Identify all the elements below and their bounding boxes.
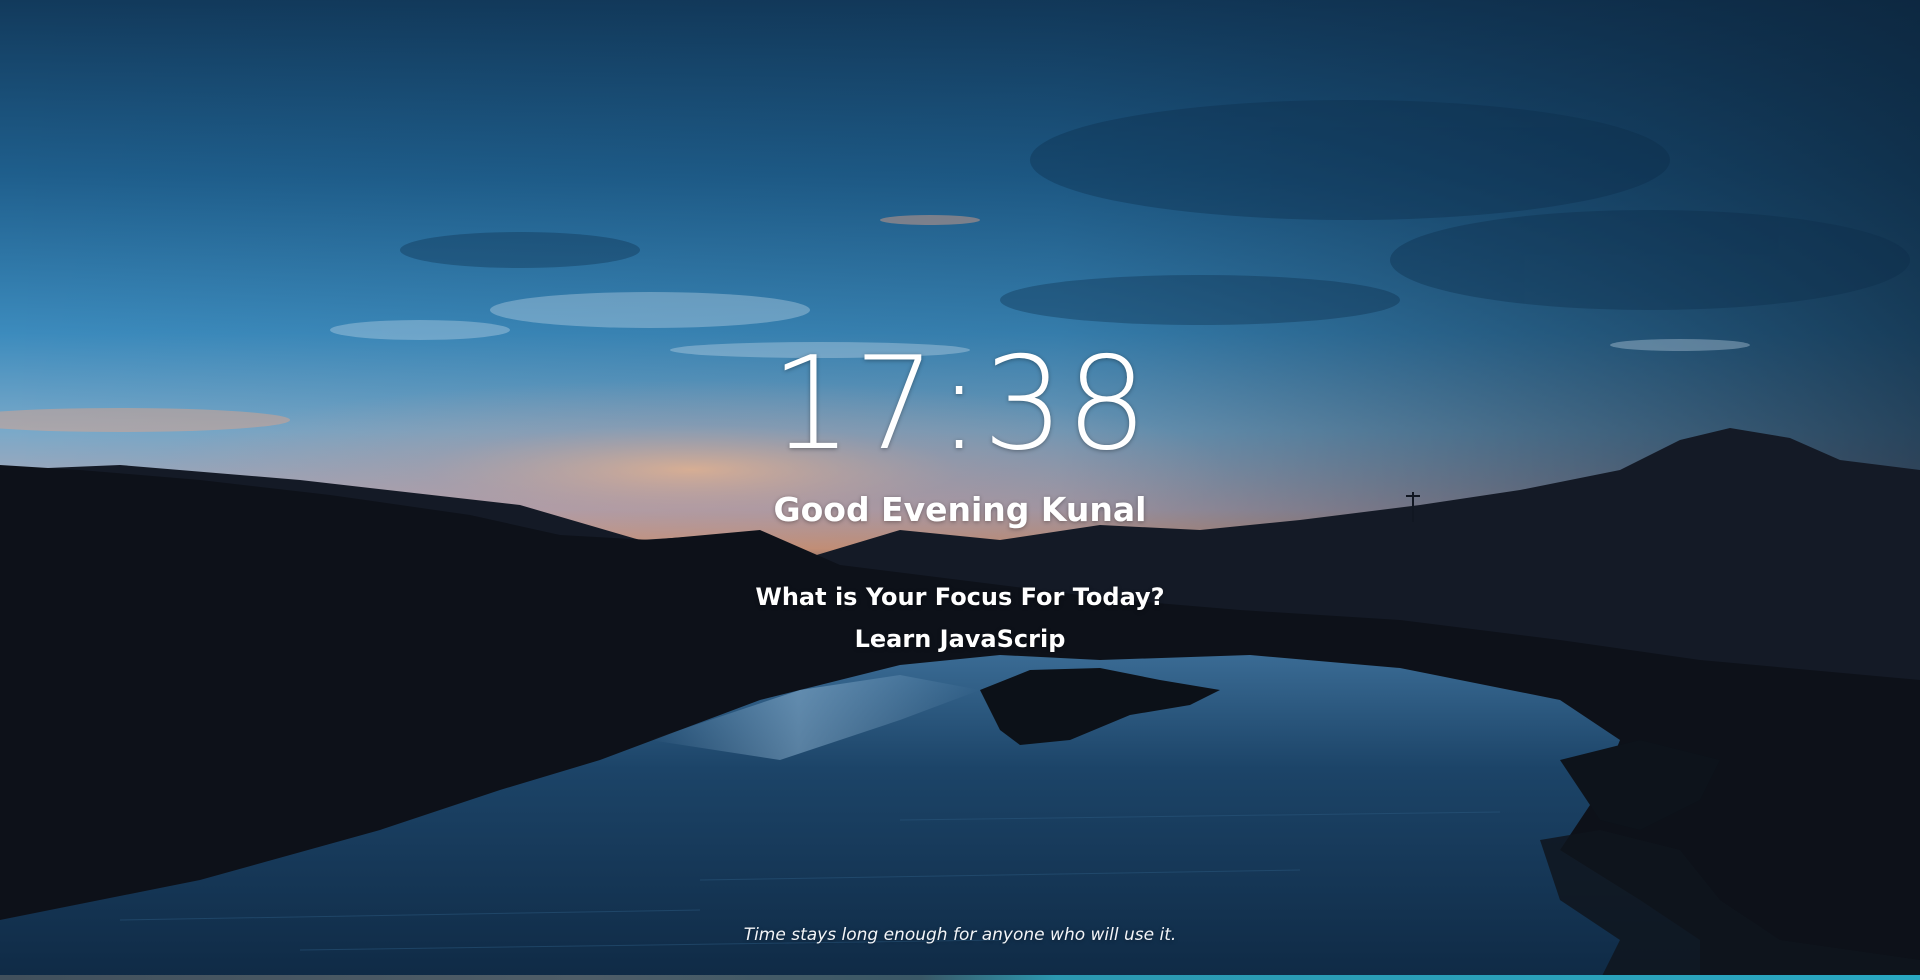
focus-input[interactable] [760, 620, 1160, 658]
greeting-text: Good Evening Kunal [773, 490, 1147, 529]
bottom-progress-strip [0, 975, 1920, 980]
clock-time: 17:38 [770, 330, 1150, 479]
quote-text: Time stays long enough for anyone who wi… [743, 925, 1177, 945]
background-scene: 17:38 Good Evening Kunal What is Your Fo… [0, 0, 1920, 980]
focus-question: What is Your Focus For Today? [755, 583, 1165, 611]
